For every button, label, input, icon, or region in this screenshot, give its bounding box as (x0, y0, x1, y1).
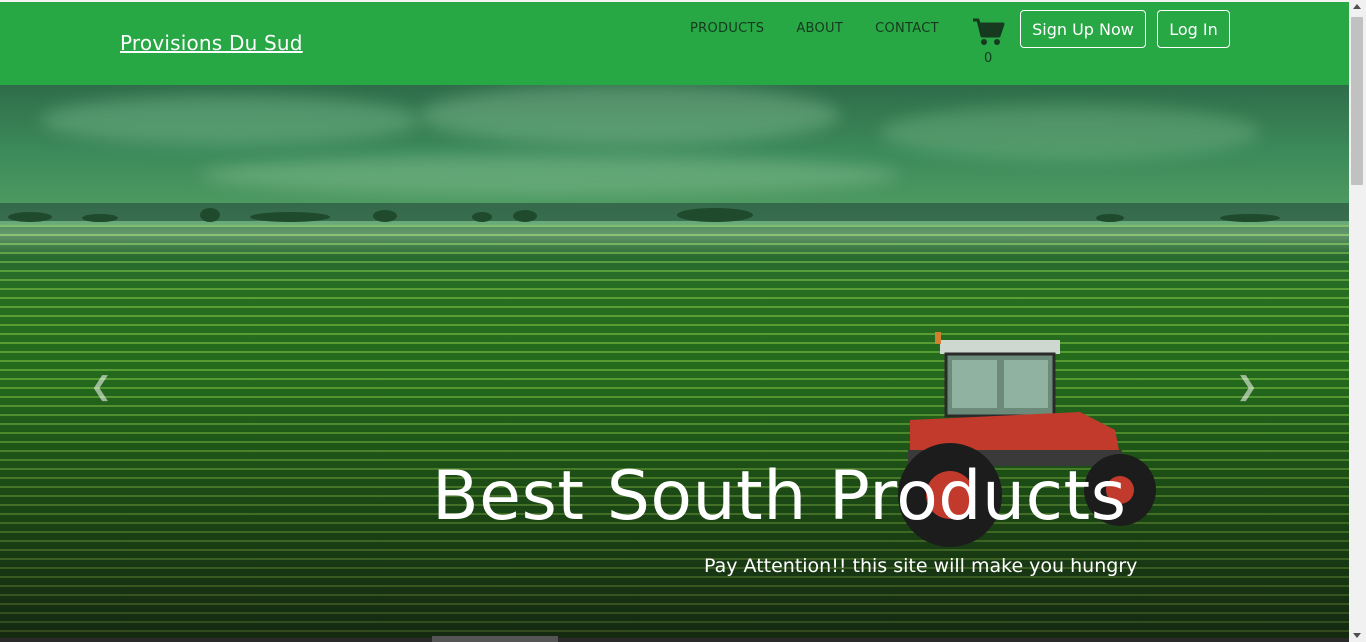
nav-links: PRODUCTS ABOUT CONTACT (690, 21, 971, 36)
chevron-left-icon[interactable]: ❮ (86, 372, 116, 402)
cart-count: 0 (984, 51, 993, 66)
scroll-up-arrow-icon[interactable] (1353, 4, 1361, 9)
sky-cloud (420, 85, 840, 145)
hero-title: Best South Products (432, 457, 1127, 536)
log-in-button[interactable]: Log In (1157, 10, 1230, 48)
sky-cloud (880, 105, 1260, 160)
bottom-strip (0, 638, 1349, 642)
nav-link-about[interactable]: ABOUT (796, 21, 843, 36)
hero-carousel: ❮ ❯ Best South Products Pay Attention!! … (0, 85, 1349, 638)
tree-line (8, 208, 1280, 222)
sign-up-button[interactable]: Sign Up Now (1020, 10, 1146, 48)
hero-subtitle: Pay Attention!! this site will make you … (704, 555, 1138, 577)
carousel-indicator[interactable] (432, 636, 558, 642)
page: Provisions Du Sud PRODUCTS ABOUT CONTACT… (0, 0, 1349, 642)
vertical-scrollbar[interactable] (1349, 0, 1366, 642)
navbar: Provisions Du Sud PRODUCTS ABOUT CONTACT… (0, 2, 1349, 85)
chevron-right-icon[interactable]: ❯ (1232, 372, 1262, 402)
scroll-thumb[interactable] (1351, 17, 1363, 185)
cart-button[interactable]: 0 (972, 18, 1006, 68)
nav-link-contact[interactable]: CONTACT (875, 21, 939, 36)
sky-cloud (40, 95, 420, 145)
scroll-down-arrow-icon[interactable] (1353, 633, 1361, 638)
brand-link[interactable]: Provisions Du Sud (120, 31, 303, 55)
shopping-cart-icon (973, 18, 1005, 45)
nav-link-products[interactable]: PRODUCTS (690, 21, 764, 36)
sky-cloud (200, 155, 900, 195)
